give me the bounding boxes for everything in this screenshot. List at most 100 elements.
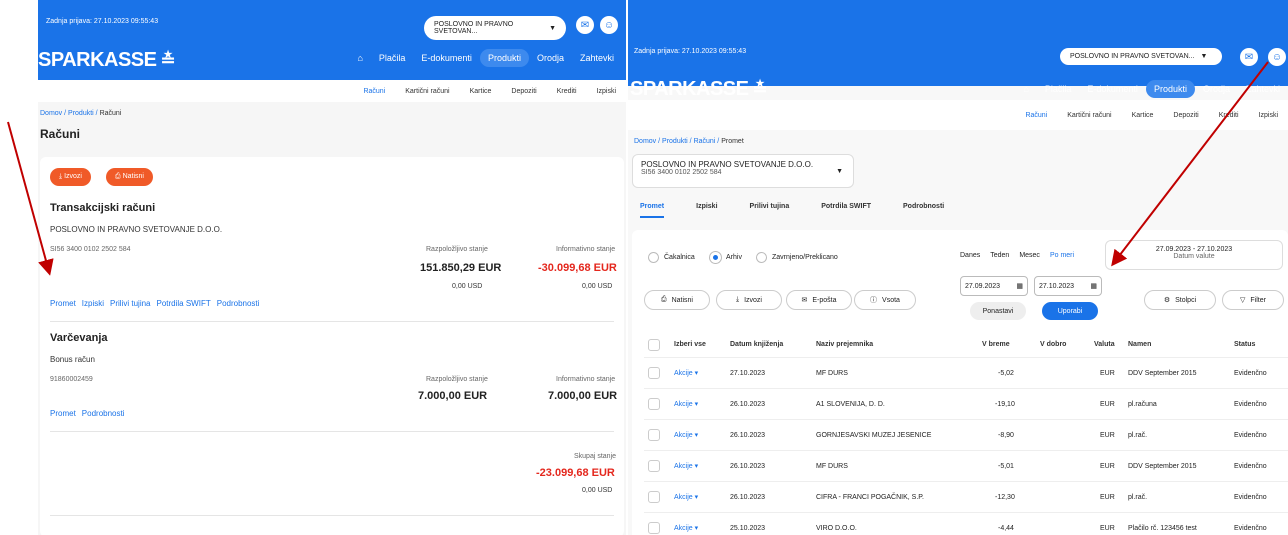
user-icon[interactable]: ☺	[600, 16, 618, 34]
savings-link-promet[interactable]: Promet	[50, 409, 76, 418]
home-icon[interactable]: ⌂	[1015, 80, 1036, 98]
crumb-racuni[interactable]: Računi	[694, 138, 716, 145]
col-v-breme[interactable]: V breme	[982, 341, 1010, 348]
nav-placila[interactable]: Plačila	[1037, 80, 1080, 98]
radio-zavrnjeno[interactable]: Zavrnjeno/Preklicano	[756, 252, 838, 263]
table-row[interactable]: Akcije ▾ 27.10.2023 MF DURS -5,02 EUR DD…	[644, 357, 1288, 388]
col-naziv[interactable]: Naziv prejemnika	[816, 341, 873, 348]
date-from-input[interactable]: 27.09.2023 ▦	[960, 276, 1028, 296]
row-actions-dropdown[interactable]: Akcije ▾	[674, 462, 698, 470]
row-actions-dropdown[interactable]: Akcije ▾	[674, 400, 698, 408]
col-valuta[interactable]: Valuta	[1094, 341, 1115, 348]
account-selector[interactable]: POSLOVNO IN PRAVNO SVETOVANJE D.O.O. SI5…	[632, 154, 854, 188]
nav-zahtevki[interactable]: Zahtevki	[1238, 80, 1288, 98]
select-all-checkbox[interactable]	[648, 338, 660, 351]
crumb-domov[interactable]: Domov	[40, 110, 62, 117]
reset-button[interactable]: Ponastavi	[970, 302, 1026, 320]
chevron-down-icon: ▼	[549, 24, 556, 32]
subnav-izpiski[interactable]: Izpiski	[1249, 112, 1288, 119]
subnav-racuni[interactable]: Računi	[1015, 112, 1057, 119]
date-to-input[interactable]: 27.10.2023 ▦	[1034, 276, 1102, 296]
radio-cakalnica[interactable]: Čakalnica	[648, 252, 695, 263]
subnav-kartični-racuni[interactable]: Kartični računi	[395, 88, 459, 95]
export-button[interactable]: ⤓ Izvozi	[716, 290, 782, 310]
email-button[interactable]: ✉ E-pošta	[786, 290, 852, 310]
subnav-kartice[interactable]: Kartice	[460, 88, 502, 95]
user-icon[interactable]: ☺	[1268, 48, 1286, 66]
table-row[interactable]: Akcije ▾ 26.10.2023 A1 SLOVENIJA, D. D. …	[644, 388, 1288, 419]
company-selector[interactable]: POSLOVNO IN PRAVNO SVETOVAN... ▼	[424, 16, 566, 40]
subnav-krediti[interactable]: Krediti	[547, 88, 587, 95]
col-namen[interactable]: Namen	[1128, 341, 1151, 348]
link-promet[interactable]: Promet	[50, 299, 76, 308]
row-checkbox[interactable]	[648, 429, 660, 441]
period-mesec[interactable]: Mesec	[1019, 252, 1040, 259]
crumb-domov[interactable]: Domov	[634, 138, 656, 145]
period-teden[interactable]: Teden	[990, 252, 1009, 259]
link-izpiski[interactable]: Izpiski	[82, 299, 104, 308]
nav-produkti[interactable]: Produkti	[479, 49, 529, 67]
nav-zahtevki[interactable]: Zahtevki	[572, 49, 622, 67]
subnav-depoziti[interactable]: Depoziti	[501, 88, 546, 95]
company-selector[interactable]: POSLOVNO IN PRAVNO SVETOVAN... ▼	[1060, 48, 1222, 65]
tab-promet[interactable]: Promet	[640, 203, 665, 218]
sum-button[interactable]: ⓘ Vsota	[854, 290, 916, 310]
export-button[interactable]: ⤓ Izvozi	[50, 168, 91, 186]
table-row[interactable]: Akcije ▾ 26.10.2023 CIFRA - FRANCI POGAČ…	[644, 481, 1288, 512]
row-checkbox[interactable]	[648, 522, 660, 534]
chevron-left-icon[interactable]: ‹	[1114, 249, 1117, 260]
link-prilivi-tujina[interactable]: Prilivi tujina	[110, 299, 150, 308]
nav-orodja[interactable]: Orodja	[1195, 80, 1238, 98]
link-podrobnosti[interactable]: Podrobnosti	[217, 299, 260, 308]
col-izberi-vse[interactable]: Izberi vse	[674, 341, 706, 348]
mail-icon[interactable]: ✉	[576, 16, 594, 34]
subnav-krediti[interactable]: Krediti	[1209, 112, 1249, 119]
col-datum[interactable]: Datum knjiženja	[730, 341, 783, 348]
nav-produkti[interactable]: Produkti	[1145, 80, 1195, 98]
col-v-dobro[interactable]: V dobro	[1040, 341, 1066, 348]
table-row[interactable]: Akcije ▾ 25.10.2023 VIRO D.O.O. -4,44 EU…	[644, 512, 1288, 535]
nav-orodja[interactable]: Orodja	[529, 49, 572, 67]
period-danes[interactable]: Danes	[960, 252, 980, 259]
table-row[interactable]: Akcije ▾ 26.10.2023 MF DURS -5,01 EUR DD…	[644, 450, 1288, 481]
subnav-kartice[interactable]: Kartice	[1122, 112, 1164, 119]
subnav-kartični-racuni[interactable]: Kartični računi	[1057, 112, 1121, 119]
nav-e-dokumenti[interactable]: E-dokumenti	[1079, 80, 1146, 98]
tab-podrobnosti[interactable]: Podrobnosti	[903, 203, 944, 218]
apply-button[interactable]: Uporabi	[1042, 302, 1098, 320]
home-icon[interactable]: ⌂	[349, 49, 370, 67]
savings-link-podrobnosti[interactable]: Podrobnosti	[82, 409, 125, 418]
print-button[interactable]: ⎙ Natisni	[106, 168, 153, 186]
link-potrdila-swift[interactable]: Potrdila SWIFT	[157, 299, 211, 308]
subnav-izpiski[interactable]: Izpiski	[587, 88, 626, 95]
row-actions-dropdown[interactable]: Akcije ▾	[674, 493, 698, 501]
row-currency: EUR	[1100, 400, 1115, 408]
col-status[interactable]: Status	[1234, 341, 1255, 348]
date-range-field[interactable]: ‹ 27.09.2023 - 27.10.2023 Datum valute	[1105, 240, 1283, 270]
columns-button[interactable]: ⚙ Stolpci	[1144, 290, 1216, 310]
tab-potrdila-swift[interactable]: Potrdila SWIFT	[821, 203, 871, 218]
row-checkbox[interactable]	[648, 491, 660, 503]
savings-available-label: Razpoložljivo stanje	[426, 376, 488, 383]
row-actions-dropdown[interactable]: Akcije ▾	[674, 431, 698, 439]
nav-placila[interactable]: Plačila	[371, 49, 414, 67]
table-row[interactable]: Akcije ▾ 26.10.2023 GORNJESAVSKI MUZEJ J…	[644, 419, 1288, 450]
tab-izpiski[interactable]: Izpiski	[696, 203, 717, 218]
row-actions-dropdown[interactable]: Akcije ▾	[674, 369, 698, 377]
period-po-meri[interactable]: Po meri	[1050, 252, 1074, 259]
radio-arhiv[interactable]: Arhiv	[710, 252, 742, 263]
row-actions-dropdown[interactable]: Akcije ▾	[674, 524, 698, 532]
row-checkbox[interactable]	[648, 398, 660, 410]
print-button[interactable]: ⎙ Natisni	[644, 290, 710, 310]
mail-icon[interactable]: ✉	[1240, 48, 1258, 66]
row-checkbox[interactable]	[648, 460, 660, 472]
row-checkbox[interactable]	[648, 367, 660, 379]
crumb-produkti[interactable]: Produkti	[662, 138, 688, 145]
subnav-depoziti[interactable]: Depoziti	[1163, 112, 1208, 119]
tab-prilivi-tujina[interactable]: Prilivi tujina	[750, 203, 790, 218]
filter-button[interactable]: ▽ Filter	[1222, 290, 1284, 310]
crumb-produkti[interactable]: Produkti	[68, 110, 94, 117]
subnav-racuni[interactable]: Računi	[353, 88, 395, 95]
nav-e-dokumenti[interactable]: E-dokumenti	[413, 49, 480, 67]
export-label: Izvozi	[64, 173, 82, 180]
